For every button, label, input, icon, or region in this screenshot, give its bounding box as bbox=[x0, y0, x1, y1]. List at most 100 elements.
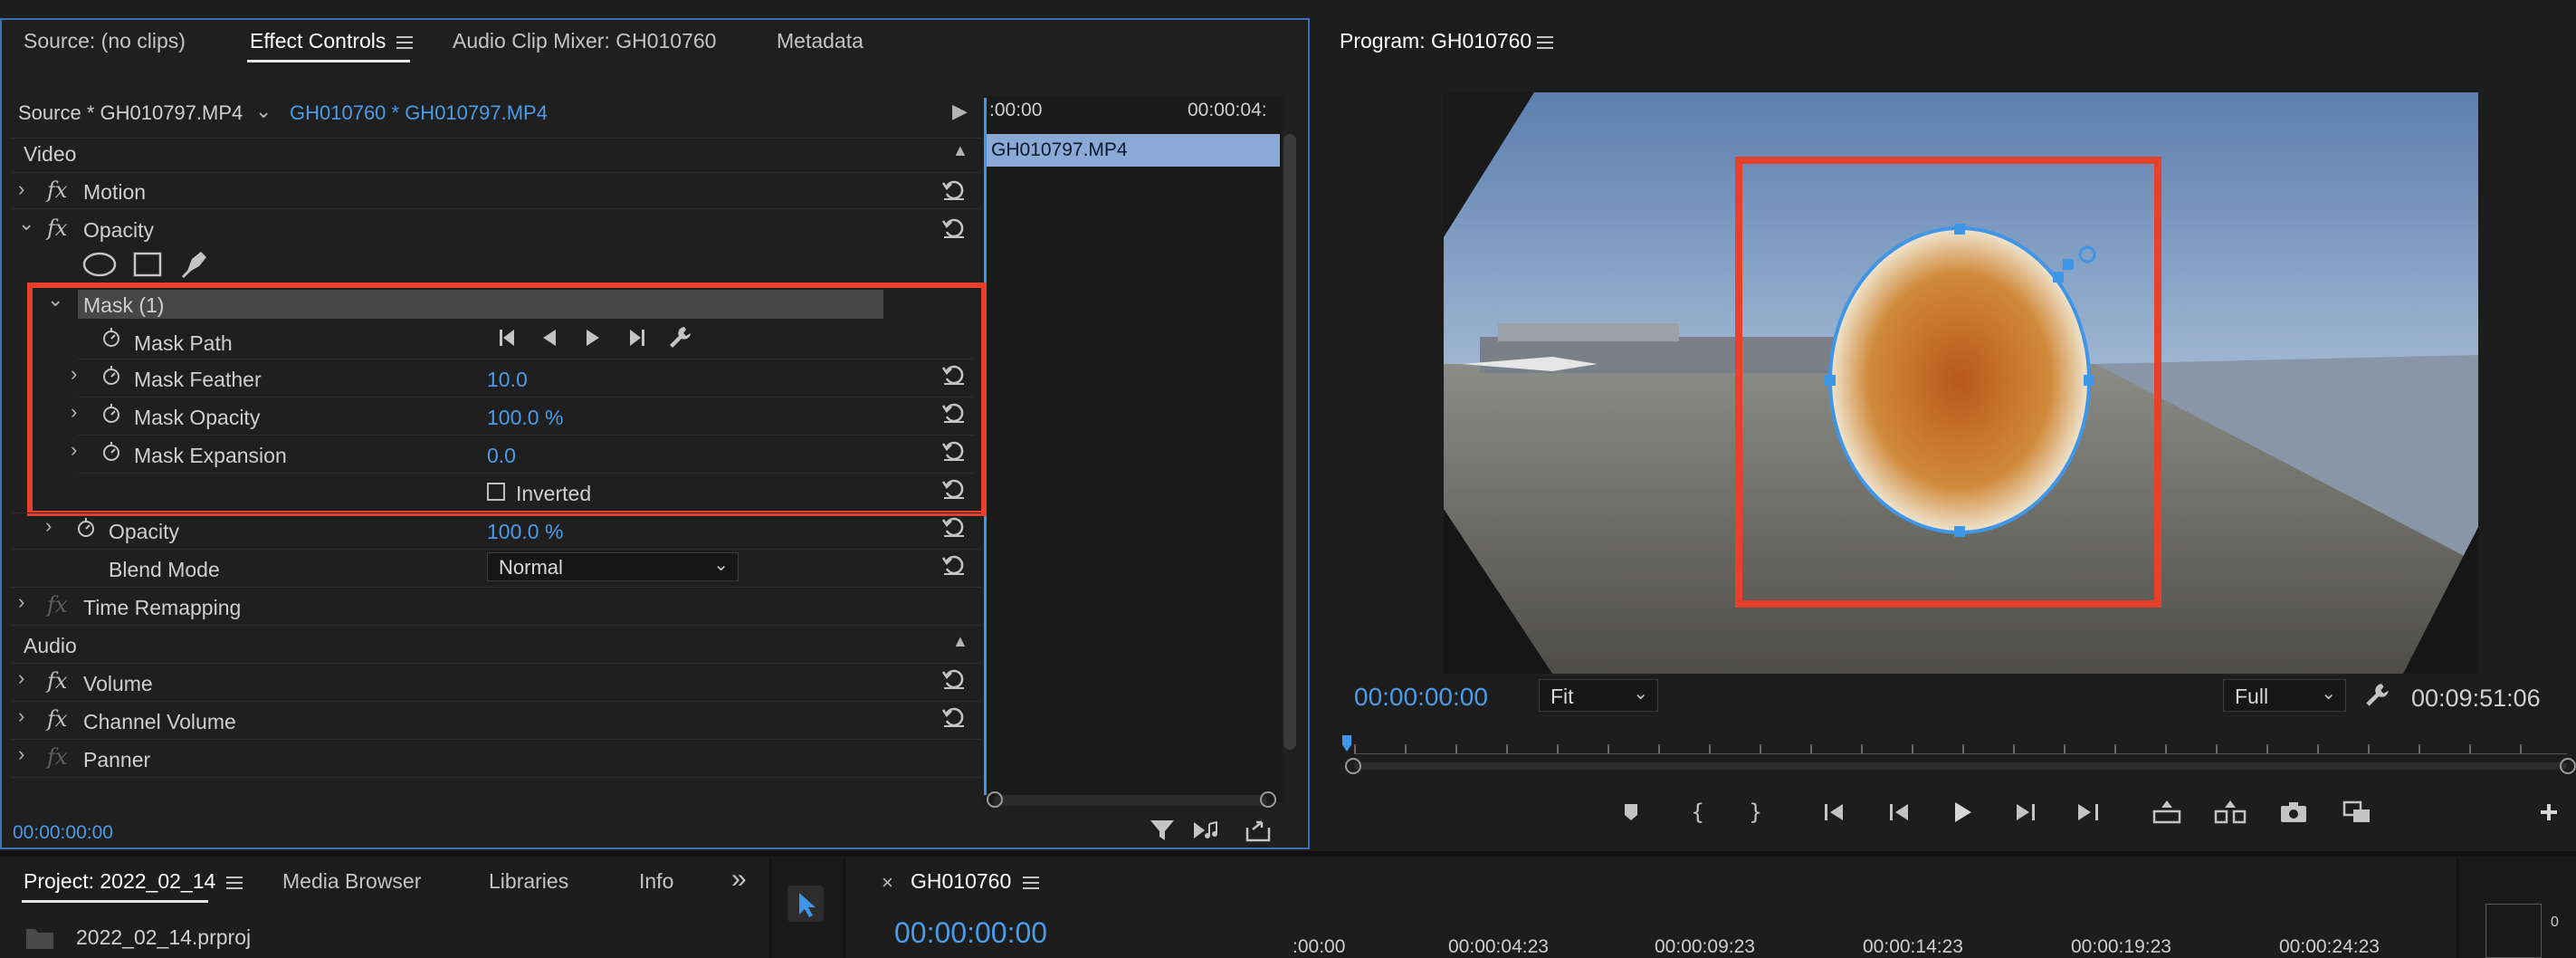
rectangle-mask-icon[interactable] bbox=[132, 250, 163, 279]
zoom-handle-left[interactable] bbox=[1345, 758, 1361, 774]
collapse-up-icon[interactable]: ▲ bbox=[952, 632, 968, 651]
tab-effect-controls[interactable]: Effect Controls bbox=[250, 29, 386, 53]
mini-timeline bbox=[984, 96, 1283, 802]
play-triangle-icon[interactable]: ▶ bbox=[952, 100, 968, 123]
fx-icon[interactable]: fx bbox=[47, 216, 67, 241]
program-video-frame[interactable] bbox=[1444, 92, 2478, 674]
export-icon[interactable] bbox=[1244, 817, 1273, 844]
source-clip-label: Source * GH010797.MP4 bbox=[18, 101, 243, 124]
tab-sequence[interactable]: GH010760 bbox=[911, 869, 1011, 894]
fx-icon[interactable]: fx bbox=[47, 592, 67, 618]
project-item-name[interactable]: 2022_02_14.prproj bbox=[76, 925, 251, 950]
reset-icon[interactable] bbox=[941, 216, 967, 239]
reset-icon[interactable] bbox=[941, 514, 967, 538]
pen-mask-icon[interactable] bbox=[179, 246, 212, 281]
project-menu-icon[interactable] bbox=[226, 877, 243, 889]
program-duration: 00:09:51:06 bbox=[2411, 685, 2541, 712]
active-tab-underline bbox=[22, 900, 208, 903]
chevron-down-icon: ⌄ bbox=[1633, 684, 1648, 704]
divider bbox=[11, 172, 981, 173]
fx-icon[interactable]: fx bbox=[47, 668, 67, 694]
extract-icon[interactable] bbox=[2212, 795, 2248, 829]
tab-metadata[interactable]: Metadata bbox=[777, 29, 863, 53]
tab-source[interactable]: Source: (no clips) bbox=[24, 29, 186, 53]
step-back-icon[interactable] bbox=[1881, 795, 1917, 829]
opacity-value[interactable]: 100.0 % bbox=[487, 520, 563, 544]
go-to-out-icon[interactable] bbox=[2069, 795, 2105, 829]
lift-icon[interactable] bbox=[2149, 795, 2185, 829]
fit-dropdown[interactable]: Fit ⌄ bbox=[1539, 679, 1658, 712]
expand-chevron-icon[interactable]: › bbox=[45, 514, 52, 538]
blend-mode-dropdown[interactable]: Normal ⌄ bbox=[487, 552, 739, 581]
svg-text:}: } bbox=[1749, 800, 1762, 825]
active-tab-underline bbox=[247, 60, 410, 62]
step-forward-icon[interactable] bbox=[2008, 795, 2044, 829]
add-button-icon[interactable] bbox=[2531, 795, 2567, 829]
tab-libraries[interactable]: Libraries bbox=[489, 869, 568, 894]
program-menu-icon[interactable] bbox=[1537, 36, 1553, 49]
fx-icon[interactable]: fx bbox=[47, 744, 67, 770]
quality-dropdown[interactable]: Full ⌄ bbox=[2223, 679, 2346, 712]
play-icon[interactable] bbox=[1944, 795, 1980, 829]
mini-timeline-scrollbar[interactable] bbox=[1283, 134, 1296, 750]
reset-icon[interactable] bbox=[941, 177, 967, 201]
zoom-handle-right[interactable] bbox=[1260, 791, 1276, 808]
tab-media-browser[interactable]: Media Browser bbox=[282, 869, 421, 894]
panner-label: Panner bbox=[83, 748, 151, 771]
close-sequence-icon[interactable]: × bbox=[882, 871, 893, 895]
camera-icon[interactable] bbox=[2275, 795, 2312, 829]
loop-audio-icon[interactable] bbox=[1191, 817, 1222, 844]
tab-project[interactable]: Project: 2022_02_14 bbox=[24, 869, 215, 894]
add-marker-icon[interactable] bbox=[1613, 795, 1649, 829]
chevron-down-icon[interactable]: ⌄ bbox=[255, 100, 272, 123]
ellipse-mask-icon[interactable] bbox=[81, 250, 118, 279]
expand-chevron-icon[interactable]: › bbox=[18, 666, 24, 690]
fx-icon[interactable]: fx bbox=[47, 177, 67, 203]
reset-icon[interactable] bbox=[941, 552, 967, 576]
divider bbox=[11, 663, 981, 664]
opacity-group-label: Opacity bbox=[83, 218, 154, 242]
audio-meter-value: 0 bbox=[2551, 915, 2559, 930]
fx-icon[interactable]: fx bbox=[47, 706, 67, 732]
sequence-menu-icon[interactable] bbox=[1023, 877, 1039, 889]
zoom-handle-left[interactable] bbox=[987, 791, 1003, 808]
compare-view-icon[interactable] bbox=[2339, 795, 2375, 829]
expand-chevron-icon[interactable]: › bbox=[18, 177, 24, 201]
program-monitor-title[interactable]: Program: GH010760 bbox=[1340, 29, 1531, 53]
go-to-in-icon[interactable] bbox=[1818, 795, 1854, 829]
wrench-icon[interactable] bbox=[2362, 681, 2391, 710]
stopwatch-icon[interactable] bbox=[76, 516, 96, 538]
divider bbox=[11, 739, 981, 740]
effect-controls-menu-icon[interactable] bbox=[396, 36, 413, 49]
reset-icon[interactable] bbox=[941, 704, 967, 728]
zoom-scroll-bar[interactable] bbox=[1354, 762, 2567, 770]
reset-icon[interactable] bbox=[941, 666, 967, 690]
mark-out-icon[interactable]: } bbox=[1736, 795, 1772, 829]
filter-icon[interactable] bbox=[1148, 817, 1177, 844]
video-section-header: Video bbox=[24, 142, 77, 166]
sequence-timecode[interactable]: 00:00:00:00 bbox=[894, 916, 1047, 950]
blend-mode-value: Normal bbox=[499, 556, 563, 579]
zoom-handle-right[interactable] bbox=[2560, 758, 2576, 774]
sequence-clip-label[interactable]: GH010760 * GH010797.MP4 bbox=[290, 101, 548, 125]
expand-chevron-icon[interactable]: › bbox=[18, 704, 24, 728]
program-ruler bbox=[1354, 753, 2567, 754]
ruler-label: 00:00:04:23 bbox=[1448, 936, 1549, 957]
program-timecode[interactable]: 00:00:00:00 bbox=[1354, 683, 1488, 712]
panel-divider bbox=[0, 851, 2576, 857]
selection-tool-icon[interactable] bbox=[787, 886, 824, 922]
collapse-up-icon[interactable]: ▲ bbox=[952, 141, 968, 160]
divider bbox=[11, 625, 981, 626]
more-panels-icon[interactable]: » bbox=[731, 864, 747, 895]
collapse-chevron-icon[interactable]: ⌄ bbox=[18, 212, 34, 235]
program-playhead[interactable] bbox=[1342, 735, 1351, 752]
expand-chevron-icon[interactable]: › bbox=[18, 742, 24, 766]
tab-audio-clip-mixer[interactable]: Audio Clip Mixer: GH010760 bbox=[453, 29, 716, 53]
zoom-scroll-bar[interactable] bbox=[994, 795, 1267, 806]
mark-in-icon[interactable]: { bbox=[1680, 795, 1716, 829]
expand-chevron-icon[interactable]: › bbox=[18, 590, 24, 614]
ruler-label: :00:00 bbox=[1293, 936, 1346, 957]
tab-info[interactable]: Info bbox=[639, 869, 673, 894]
effect-controls-current-time[interactable]: 00:00:00:00 bbox=[13, 822, 113, 844]
svg-text:{: { bbox=[1691, 800, 1704, 825]
